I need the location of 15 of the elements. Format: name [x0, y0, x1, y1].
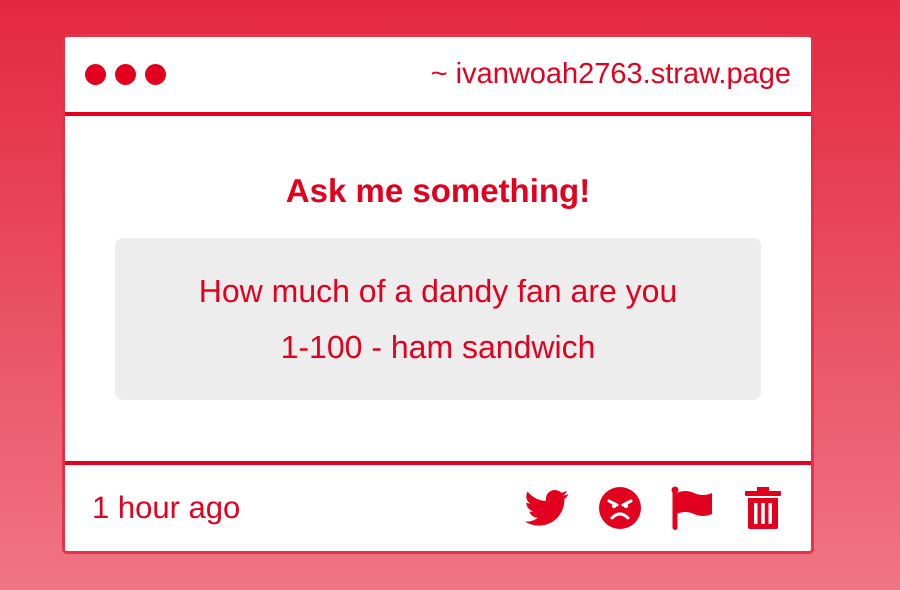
- question-text: How much of a dandy fan are you 1-100 - ham sandwich: [198, 272, 678, 367]
- window-dot-icon: [115, 64, 136, 85]
- page-heading: Ask me something!: [286, 172, 590, 210]
- angry-button[interactable]: [599, 487, 641, 529]
- trash-icon: [745, 487, 781, 529]
- page-address: ~ ivanwoah2763.straw.page: [430, 58, 791, 91]
- report-button[interactable]: [671, 486, 715, 530]
- angry-face-icon: [599, 487, 641, 529]
- window-dot-icon: [145, 64, 166, 85]
- flag-icon: [671, 486, 715, 530]
- bird-icon: [525, 489, 569, 527]
- timestamp: 1 hour ago: [92, 490, 240, 526]
- delete-button[interactable]: [745, 487, 781, 529]
- share-button[interactable]: [525, 489, 569, 527]
- window-dot-icon: [85, 64, 106, 85]
